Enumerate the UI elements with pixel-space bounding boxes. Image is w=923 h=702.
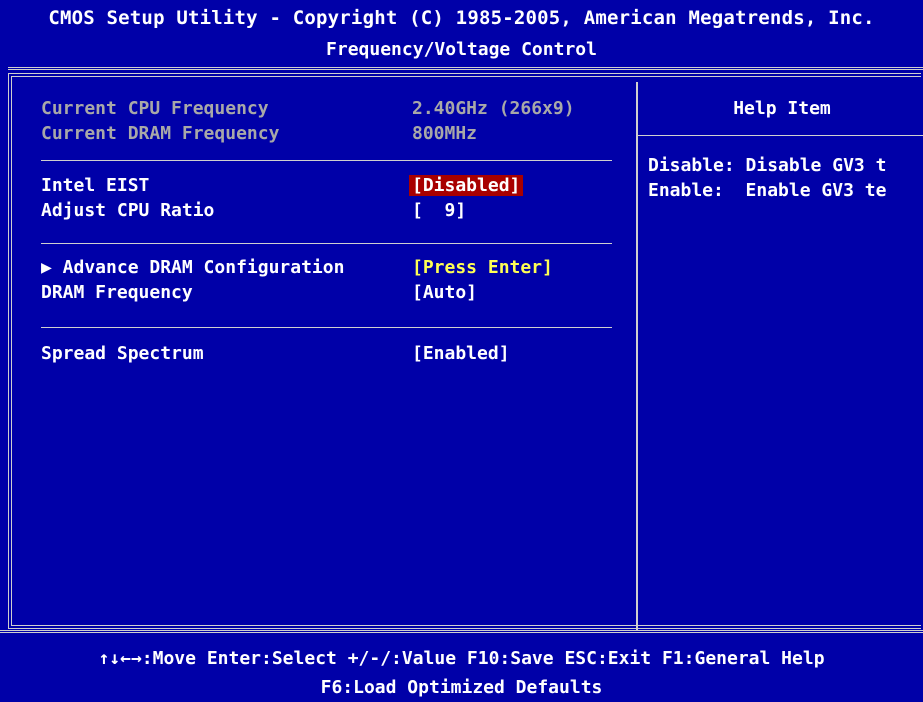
help-divider — [636, 82, 638, 630]
key-legend-line-1: ↑↓←→:Move Enter:Select +/-/:Value F10:Sa… — [98, 648, 825, 669]
utility-title: CMOS Setup Utility - Copyright (C) 1985-… — [48, 7, 875, 29]
adjust-cpu-ratio-value[interactable]: [ 9] — [412, 200, 466, 221]
current-cpu-frequency-label: Current CPU Frequency — [41, 98, 269, 119]
intel-eist-label: Intel EIST — [41, 175, 150, 196]
intel-eist-value[interactable]: [Disabled] — [409, 175, 524, 196]
current-dram-frequency-value: 800MHz — [412, 123, 478, 144]
dram-frequency-label: DRAM Frequency — [41, 282, 193, 303]
footer-divider — [0, 630, 923, 633]
page-title: Frequency/Voltage Control — [326, 39, 597, 60]
spread-spectrum-value[interactable]: [Enabled] — [412, 343, 510, 364]
section-divider — [41, 160, 612, 161]
bios-header: CMOS Setup Utility - Copyright (C) 1985-… — [0, 0, 923, 68]
help-divider-line — [638, 135, 923, 136]
advance-dram-configuration-label[interactable]: ▶ Advance DRAM Configuration — [41, 257, 344, 278]
help-title: Help Item — [733, 98, 831, 119]
header-divider — [8, 67, 923, 70]
key-legend-line-2: F6:Load Optimized Defaults — [320, 677, 603, 698]
current-cpu-frequency-value: 2.40GHz (266x9) — [412, 98, 575, 119]
adjust-cpu-ratio-label: Adjust CPU Ratio — [41, 200, 215, 221]
help-text-line-1: Disable: Disable GV3 t — [648, 155, 887, 176]
intel-eist-option[interactable]: [Disabled] — [409, 175, 524, 196]
section-divider — [41, 243, 612, 244]
advance-dram-configuration-value[interactable]: [Press Enter] — [412, 257, 553, 278]
help-text-line-2: Enable: Enable GV3 te — [648, 180, 887, 201]
key-legend: ↑↓←→:Move Enter:Select +/-/:Value F10:Sa… — [0, 637, 923, 702]
spread-spectrum-label: Spread Spectrum — [41, 343, 204, 364]
current-dram-frequency-label: Current DRAM Frequency — [41, 123, 280, 144]
dram-frequency-value[interactable]: [Auto] — [412, 282, 477, 303]
section-divider — [41, 327, 612, 328]
